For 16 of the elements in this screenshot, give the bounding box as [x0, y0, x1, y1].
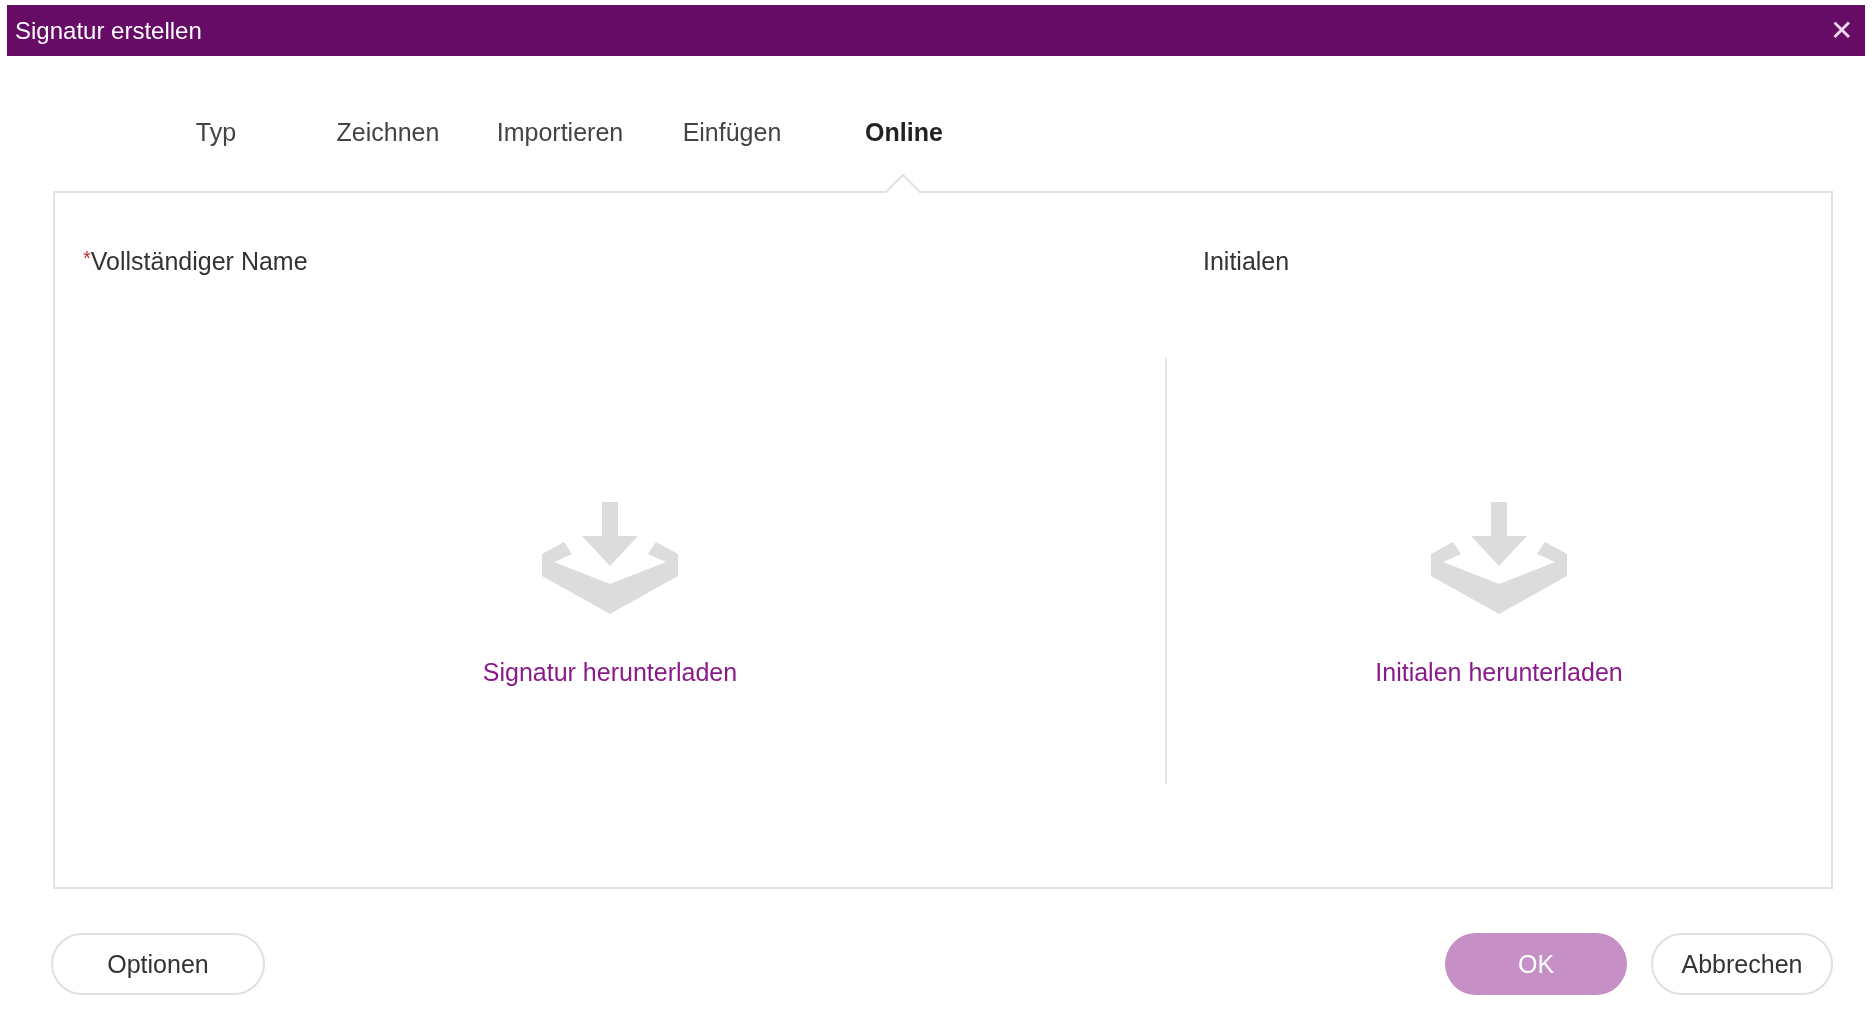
close-button[interactable]: ✕: [1817, 5, 1865, 56]
download-link[interactable]: Signatur herunterladen: [482, 658, 738, 687]
tab[interactable]: Einfügen: [646, 112, 818, 152]
tab[interactable]: Zeichnen: [302, 112, 474, 152]
tab[interactable]: Typ: [130, 112, 302, 152]
field-label: Vollständiger Name: [90, 247, 308, 275]
tab[interactable]: Importieren: [474, 112, 646, 152]
button[interactable]: Optionen: [51, 933, 265, 995]
button[interactable]: Abbrechen: [1651, 933, 1833, 995]
download-tray-icon: [542, 502, 678, 614]
field-label: Initialen: [1203, 247, 1290, 275]
download-link[interactable]: Initialen herunterladen: [1375, 658, 1623, 687]
window-title: Signatur erstellen: [15, 16, 202, 45]
download-tray-icon: [1431, 502, 1567, 614]
tab[interactable]: Online: [818, 112, 990, 152]
required-asterisk: *: [83, 247, 91, 269]
